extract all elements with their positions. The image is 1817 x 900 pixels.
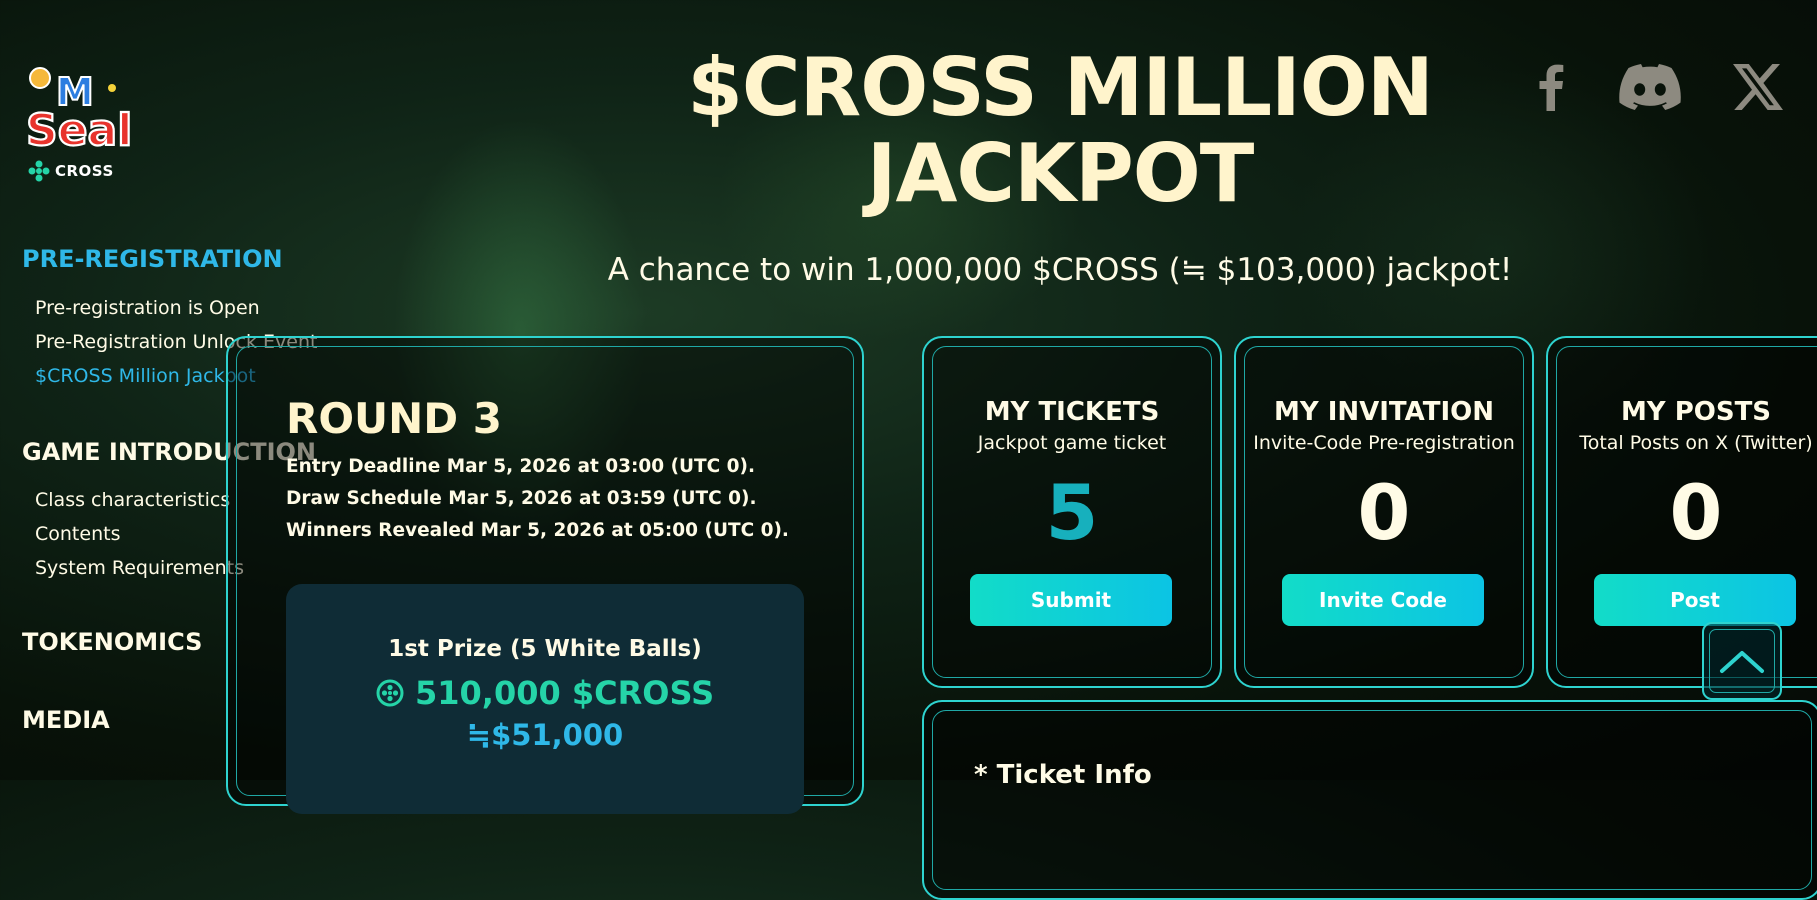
cross-brand-label: CROSS xyxy=(55,162,114,180)
facebook-icon xyxy=(1539,64,1564,111)
mseal-logo-art: M Seal xyxy=(25,67,132,155)
my-tickets-card: MY TICKETS Jackpot game ticket 5 Submit xyxy=(922,336,1222,688)
my-posts-title: MY POSTS xyxy=(1620,397,1772,427)
cross-logo-icon xyxy=(28,160,50,182)
scroll-to-top-button[interactable] xyxy=(1702,622,1782,700)
discord-link[interactable] xyxy=(1618,62,1682,112)
my-tickets-title: MY TICKETS xyxy=(984,397,1160,427)
ticket-info-title: * Ticket Info xyxy=(974,760,1152,790)
cross-token-icon xyxy=(376,679,404,707)
round-title: ROUND 3 xyxy=(286,394,503,443)
nav-section-tokenomics[interactable]: TOKENOMICS xyxy=(22,628,202,656)
nav-section-pre-registration[interactable]: PRE-REGISTRATION xyxy=(22,245,283,273)
discord-icon xyxy=(1619,64,1681,110)
my-tickets-desc: Jackpot game ticket xyxy=(977,432,1167,454)
page-subtitle: A chance to win 1,000,000 $CROSS (≒ $103… xyxy=(607,252,1513,288)
invite-code-button[interactable]: Invite Code xyxy=(1282,574,1484,626)
facebook-link[interactable] xyxy=(1530,62,1572,112)
page-title-line2: JACKPOT xyxy=(866,127,1255,220)
brand-logo[interactable]: M Seal CROSS xyxy=(22,60,132,185)
prize-amount-value: 510,000 $CROSS xyxy=(415,674,715,712)
prize-usd: ≒$51,000 xyxy=(466,718,624,752)
my-invitation-title: MY INVITATION xyxy=(1273,397,1495,427)
chevron-up-icon xyxy=(1720,651,1764,673)
nav-item-system-requirements[interactable]: System Requirements xyxy=(35,557,244,579)
nav-item-class-characteristics[interactable]: Class characteristics xyxy=(35,489,230,511)
my-invitation-desc: Invite-Code Pre-registration xyxy=(1253,432,1515,454)
winners-revealed: Winners Revealed Mar 5, 2026 at 05:00 (U… xyxy=(286,520,789,541)
submit-button[interactable]: Submit xyxy=(970,574,1172,626)
svg-text:Seal: Seal xyxy=(26,105,132,155)
my-invitation-value: 0 xyxy=(1357,468,1411,557)
x-twitter-link[interactable] xyxy=(1732,62,1784,112)
ticket-info-card: * Ticket Info xyxy=(922,700,1817,900)
nav-item-cross-million-jackpot[interactable]: $CROSS Million Jackpot xyxy=(35,365,256,387)
my-invitation-card: MY INVITATION Invite-Code Pre-registrati… xyxy=(1234,336,1534,688)
nav-section-media[interactable]: MEDIA xyxy=(22,706,110,734)
page-title-line1: $CROSS MILLION xyxy=(687,41,1434,134)
nav-item-contents[interactable]: Contents xyxy=(35,523,120,545)
round-card: ROUND 3 Entry Deadline Mar 5, 2026 at 03… xyxy=(226,336,864,814)
my-posts-value: 0 xyxy=(1669,468,1723,557)
entry-deadline: Entry Deadline Mar 5, 2026 at 03:00 (UTC… xyxy=(286,456,756,477)
cross-brand: CROSS xyxy=(28,160,114,182)
page-title: $CROSS MILLION JACKPOT xyxy=(560,45,1560,217)
nav-item-pre-registration-open[interactable]: Pre-registration is Open xyxy=(35,297,260,319)
my-tickets-value: 5 xyxy=(1045,468,1099,557)
my-posts-desc: Total Posts on X (Twitter) xyxy=(1579,432,1813,454)
x-twitter-icon xyxy=(1733,64,1783,110)
post-button[interactable]: Post xyxy=(1594,574,1796,626)
draw-schedule: Draw Schedule Mar 5, 2026 at 03:59 (UTC … xyxy=(286,488,757,509)
prize-label: 1st Prize (5 White Balls) xyxy=(388,636,702,662)
prize-amount: 510,000 $CROSS xyxy=(286,674,804,712)
